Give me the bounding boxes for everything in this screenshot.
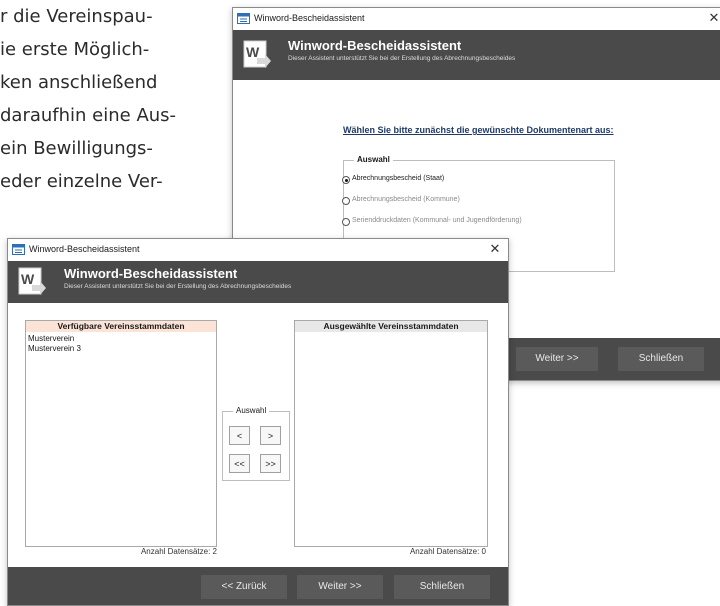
move-all-left-button[interactable]: << [229,454,250,473]
move-all-right-button[interactable]: >> [260,454,281,473]
svg-text:W: W [21,271,35,287]
close-button[interactable]: Schließen [618,347,704,371]
document-text: r die Vereinspau- ie erste Möglich- ken … [0,0,240,198]
radio-label: Abrechnungsbescheid (Kommune) [352,196,460,203]
radio-icon [342,197,350,205]
document-line: ken anschließend [0,72,158,93]
access-form-icon [12,244,25,255]
document-line: r die Vereinspau- [0,6,153,27]
list-item[interactable]: Musterverein 3 [28,344,81,353]
group-label: Auswahl [354,155,393,164]
move-right-button[interactable]: > [260,426,281,445]
next-button[interactable]: Weiter >> [297,575,383,599]
close-icon[interactable]: ✕ [707,10,720,26]
radio-label: Abrechnungsbescheid (Staat) [352,175,445,182]
available-list-header: Verfügbare Vereinsstammdaten [26,321,216,332]
header-title: Winword-Bescheidassistent [64,266,238,281]
svg-text:W: W [246,44,260,60]
header-title: Winword-Bescheidassistent [288,38,462,53]
header-subtitle: Dieser Assistent unterstützt Sie bei der… [288,55,516,62]
selected-record-count: Anzahl Datensätze: 0 [409,547,486,556]
back-button[interactable]: << Zurück [201,575,287,599]
document-type-prompt: Wählen Sie bitte zunächst die gewünschte… [343,125,614,135]
back-title-bar: Winword-Bescheidassistent ✕ [233,8,720,30]
selected-list-header: Ausgewählte Vereinsstammdaten [295,321,487,332]
document-line: daraufhin eine Aus- [0,105,177,126]
available-list[interactable]: Verfügbare Vereinsstammdaten Musterverei… [25,320,217,547]
wizard-footer: << Zurück Weiter >> Schließen [8,567,508,605]
document-line: eder einzelne Ver- [0,171,163,192]
available-record-count: Anzahl Datensätze: 2 [140,547,217,556]
close-button[interactable]: Schließen [394,575,490,599]
front-title-bar: Winword-Bescheidassistent ✕ [8,239,508,261]
front-dialog-window: Winword-Bescheidassistent ✕ W Winword-Be… [7,238,509,606]
document-line: ein Bewilligungs- [0,138,153,159]
radio-icon [342,176,350,184]
list-item[interactable]: Musterverein [28,334,74,343]
move-left-button[interactable]: < [229,426,250,445]
window-title: Winword-Bescheidassistent [254,13,365,23]
access-form-icon [237,13,250,24]
wizard-header: W Winword-Bescheidassistent Dieser Assis… [8,261,508,303]
wizard-header: W Winword-Bescheidassistent Dieser Assis… [233,30,720,80]
group-label: Auswahl [233,406,270,415]
next-button[interactable]: Weiter >> [516,347,598,371]
word-wizard-icon: W [18,267,46,295]
close-icon[interactable]: ✕ [488,241,502,257]
document-line: ie erste Möglich- [0,39,150,60]
word-wizard-icon: W [243,40,271,68]
radio-icon [342,218,350,226]
window-title: Winword-Bescheidassistent [29,244,140,254]
selected-list[interactable]: Ausgewählte Vereinsstammdaten [294,320,488,547]
header-subtitle: Dieser Assistent unterstützt Sie bei der… [64,283,292,290]
radio-label: Serienddruckdaten (Kommunal- und Jugendf… [352,217,522,224]
selection-group: Auswahl < > << >> [222,406,290,481]
